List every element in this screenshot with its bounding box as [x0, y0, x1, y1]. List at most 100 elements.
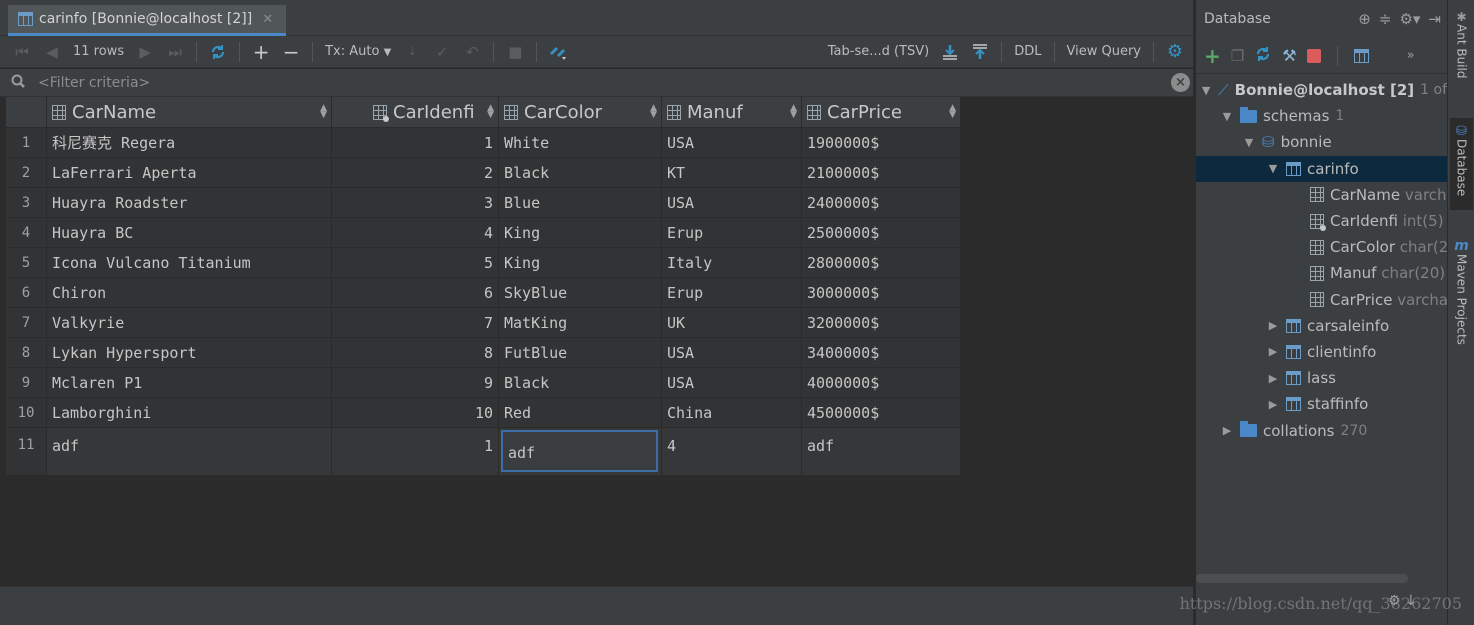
ddl-button[interactable]: DDL	[1014, 44, 1041, 59]
cell-caridenfi[interactable]: 4	[332, 218, 499, 248]
export-format[interactable]: Tab-se...d (TSV)	[828, 44, 929, 59]
cell-carcolor[interactable]: FutBlue	[499, 338, 662, 368]
transaction-mode-dropdown[interactable]: Tx: Auto ▼	[325, 44, 391, 59]
filter-input[interactable]: <Filter criteria>	[38, 75, 150, 91]
column-header-caridenfi[interactable]: CarIdenfi ▲ ▼	[332, 97, 499, 128]
cell-caridenfi[interactable]: 1	[332, 128, 499, 158]
add-datasource-icon[interactable]: +	[1204, 44, 1221, 68]
table-row[interactable]: 3 Huayra Roadster 3 Blue USA 2400000$	[6, 188, 961, 218]
commit-icon[interactable]: ✓	[430, 40, 454, 64]
cell-carcolor[interactable]: SkyBlue	[499, 278, 662, 308]
tree-node-table[interactable]: ▶ staffinfo	[1196, 391, 1447, 417]
stop-icon[interactable]	[1306, 48, 1321, 63]
collapsed-arrow-icon[interactable]: ▶	[1266, 345, 1280, 358]
delete-row-icon[interactable]: −	[279, 40, 303, 64]
cell-manuf[interactable]: China	[662, 398, 802, 428]
cell-carcolor[interactable]: Black	[499, 368, 662, 398]
cell-carcolor[interactable]: Blue	[499, 188, 662, 218]
add-row-icon[interactable]: +	[249, 40, 273, 64]
new-table-row[interactable]: 11 adf 1 adf 4 adf	[6, 428, 961, 476]
table-row[interactable]: 4 Huayra BC 4 King Erup 2500000$	[6, 218, 961, 248]
cell-carprice[interactable]: 3000000$	[802, 278, 961, 308]
cell-manuf[interactable]: KT	[662, 158, 802, 188]
cell-manuf[interactable]: USA	[662, 128, 802, 158]
column-header-carname[interactable]: CarName ▲ ▼	[47, 97, 332, 128]
table-row[interactable]: 7 Valkyrie 7 MatKing UK 3200000$	[6, 308, 961, 338]
filter-bar[interactable]: <Filter criteria> ×	[0, 69, 1193, 97]
table-icon[interactable]	[1353, 48, 1369, 63]
horizontal-scrollbar[interactable]	[1196, 574, 1408, 583]
collapsed-arrow-icon[interactable]: ▶	[1266, 319, 1280, 332]
cell-manuf[interactable]: USA	[662, 188, 802, 218]
tree-node-table[interactable]: ▶ carsaleinfo	[1196, 313, 1447, 339]
sort-icon[interactable]: ▲ ▼	[949, 104, 956, 120]
last-page-icon[interactable]: ⏭	[163, 40, 187, 64]
refresh-icon[interactable]	[206, 40, 230, 64]
expanded-arrow-icon[interactable]: ▼	[1220, 110, 1234, 123]
cell-carprice[interactable]: 3200000$	[802, 308, 961, 338]
clear-filter-icon[interactable]: ×	[1171, 73, 1190, 92]
prev-page-icon[interactable]: ◀	[40, 40, 64, 64]
row-number[interactable]: 5	[6, 248, 47, 278]
cell-editor-input[interactable]: adf	[501, 430, 658, 472]
tree-node-table[interactable]: ▶ clientinfo	[1196, 339, 1447, 365]
table-row[interactable]: 5 Icona Vulcano Titanium 5 King Italy 28…	[6, 248, 961, 278]
sort-icon[interactable]: ▲ ▼	[790, 104, 797, 120]
cell-manuf[interactable]: Erup	[662, 278, 802, 308]
row-number[interactable]: 8	[6, 338, 47, 368]
cell-carname[interactable]: Valkyrie	[47, 308, 332, 338]
cell-caridenfi[interactable]: 8	[332, 338, 499, 368]
view-query-button[interactable]: View Query	[1067, 44, 1142, 59]
cell-carcolor[interactable]: King	[499, 248, 662, 278]
cell-manuf[interactable]: USA	[662, 338, 802, 368]
cell-carname[interactable]: Chiron	[47, 278, 332, 308]
cell-caridenfi[interactable]: 3	[332, 188, 499, 218]
column-header-manuf[interactable]: Manuf ▲ ▼	[662, 97, 802, 128]
row-number[interactable]: 4	[6, 218, 47, 248]
cell-manuf[interactable]: 4	[662, 428, 802, 476]
cell-caridenfi[interactable]: 10	[332, 398, 499, 428]
tool-tab-maven[interactable]: m Maven Projects	[1450, 238, 1473, 345]
download-icon[interactable]	[938, 40, 962, 64]
collapsed-arrow-icon[interactable]: ▶	[1266, 372, 1280, 385]
tree-node-column[interactable]: Manuf char(20)	[1196, 260, 1447, 286]
row-number[interactable]: 10	[6, 398, 47, 428]
stop-icon[interactable]: ■	[503, 40, 527, 64]
tree-node-connection[interactable]: ▼ ⟋ Bonnie@localhost [2] 1 of	[1196, 77, 1447, 103]
row-number[interactable]: 2	[6, 158, 47, 188]
tree-node-column[interactable]: CarColor char(2	[1196, 234, 1448, 260]
table-row[interactable]: 9 Mclaren P1 9 Black USA 4000000$	[6, 368, 961, 398]
cell-carprice[interactable]: 3400000$	[802, 338, 961, 368]
cell-caridenfi[interactable]: 5	[332, 248, 499, 278]
cell-carname[interactable]: Icona Vulcano Titanium	[47, 248, 332, 278]
expanded-arrow-icon[interactable]: ▼	[1242, 136, 1256, 149]
cell-carname[interactable]: 科尼赛克 Regera	[47, 128, 332, 158]
next-page-icon[interactable]: ▶	[133, 40, 157, 64]
tree-node-column[interactable]: CarIdenfi int(5)	[1196, 208, 1447, 234]
duplicate-icon[interactable]: ❐	[1231, 47, 1244, 65]
table-row[interactable]: 1 科尼赛克 Regera 1 White USA 1900000$	[6, 128, 961, 158]
row-number[interactable]: 3	[6, 188, 47, 218]
db-submit-icon[interactable]: ⇣	[400, 40, 424, 64]
cell-carcolor[interactable]: King	[499, 218, 662, 248]
tree-node-column[interactable]: CarName varch	[1196, 182, 1447, 208]
sort-icon[interactable]: ▲ ▼	[650, 104, 657, 120]
row-number[interactable]: 6	[6, 278, 47, 308]
expanded-arrow-icon[interactable]: ▼	[1200, 84, 1212, 97]
tree-node-collations[interactable]: ▶ collations 270	[1196, 417, 1447, 443]
settings-gear-icon[interactable]: ⚙	[1163, 40, 1187, 64]
tool-tab-ant-build[interactable]: ✱ Ant Build	[1450, 10, 1473, 78]
cell-carprice[interactable]: 2500000$	[802, 218, 961, 248]
cell-carname[interactable]: Lykan Hypersport	[47, 338, 332, 368]
cell-carprice[interactable]: 4000000$	[802, 368, 961, 398]
expanded-arrow-icon[interactable]: ▼	[1266, 162, 1280, 175]
collapse-all-icon[interactable]: ≑	[1379, 10, 1392, 28]
cell-carprice[interactable]: 1900000$	[802, 128, 961, 158]
table-row[interactable]: 6 Chiron 6 SkyBlue Erup 3000000$	[6, 278, 961, 308]
refresh-icon[interactable]	[1254, 45, 1272, 67]
cell-caridenfi[interactable]: 6	[332, 278, 499, 308]
cell-manuf[interactable]: UK	[662, 308, 802, 338]
cell-carname[interactable]: adf	[47, 428, 332, 476]
cell-manuf[interactable]: Erup	[662, 218, 802, 248]
crosshair-icon[interactable]: ⊕	[1358, 10, 1371, 28]
